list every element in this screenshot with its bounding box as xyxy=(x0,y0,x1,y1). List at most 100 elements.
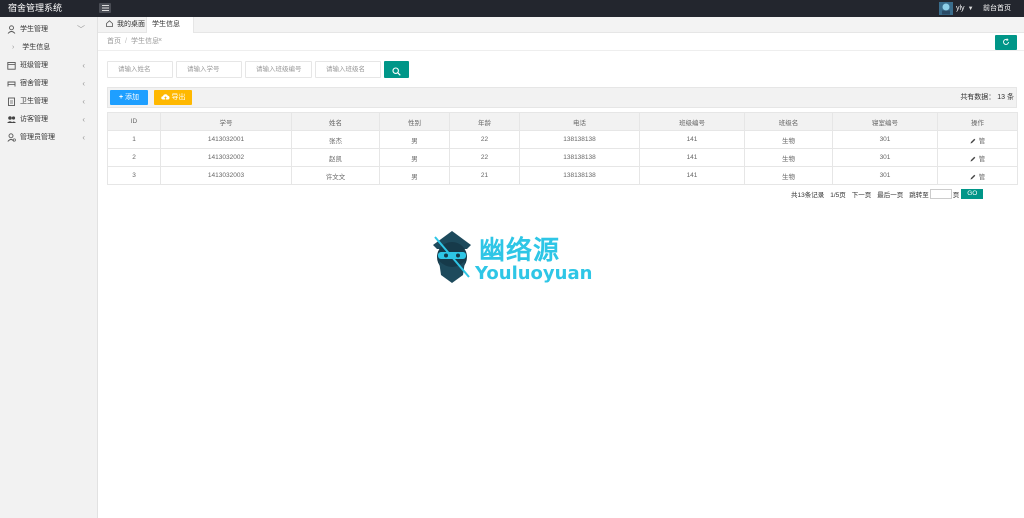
cell-actions: 管 xyxy=(937,130,1018,149)
sidebar-item-classes[interactable]: 班级管理 ‹ xyxy=(0,57,97,75)
column-header-student-no: 学号 xyxy=(160,112,292,131)
next-page-link[interactable]: 下一页 xyxy=(852,189,872,199)
top-header: 宿舍管理系统 yly ▼ 前台首页 xyxy=(0,0,1024,17)
tab-student-info[interactable]: 学生信息 × xyxy=(146,17,194,44)
breadcrumb-separator: / xyxy=(125,38,127,45)
front-page-link[interactable]: 前台首页 xyxy=(983,0,1011,17)
cell-phone: 138138138 xyxy=(519,166,640,185)
name-search-input[interactable] xyxy=(107,61,173,78)
cell-age: 21 xyxy=(449,166,520,185)
caret-down-icon: ▼ xyxy=(967,5,974,12)
sidebar-item-hygiene[interactable]: 卫生管理 ‹ xyxy=(0,93,97,111)
table-row: 1 1413032001 张杰 男 22 138138138 141 生物 30… xyxy=(107,130,1018,149)
chevron-down-icon: ﹀ xyxy=(77,25,85,34)
table-row: 3 1413032003 许文文 男 21 138138138 141 生物 3… xyxy=(107,166,1018,185)
app-logo: 宿舍管理系统 xyxy=(8,3,63,13)
cell-class-name: 生物 xyxy=(744,166,833,185)
edit-pencil-icon[interactable] xyxy=(970,174,976,180)
column-header-name: 姓名 xyxy=(291,112,380,131)
cell-gender: 男 xyxy=(379,130,450,149)
export-button[interactable]: 导出 xyxy=(154,90,192,105)
table-header-row: ID 学号 姓名 性别 年龄 电话 班级编号 班级名 寝室编号 操作 xyxy=(107,112,1018,131)
delete-button[interactable]: 管 xyxy=(979,174,986,181)
sidebar-item-visitors[interactable]: 访客管理 ‹ xyxy=(0,111,97,129)
add-button-label: 添加 xyxy=(125,94,140,101)
edit-pencil-icon[interactable] xyxy=(970,138,976,144)
sidebar-item-students[interactable]: 学生管理 ﹀ xyxy=(0,21,97,39)
cell-gender: 男 xyxy=(379,148,450,167)
sidebar-item-label: 管理员管理 xyxy=(20,134,55,141)
bed-icon xyxy=(7,81,16,87)
cell-class-name: 生物 xyxy=(744,130,833,149)
class-number-search-input[interactable] xyxy=(245,61,312,78)
refresh-button[interactable] xyxy=(995,35,1017,50)
pagination: 共13条记录 1/5页 下一页 最后一页 跳转至 页 GO xyxy=(791,187,984,201)
cell-phone: 138138138 xyxy=(519,148,640,167)
sidebar-subitem-student-info[interactable]: › 学生信息 xyxy=(0,39,97,57)
cell-name: 张杰 xyxy=(291,130,380,149)
edit-pencil-icon[interactable] xyxy=(970,156,976,162)
export-button-label: 导出 xyxy=(171,94,186,101)
breadcrumb-bar: 首页 / 学生信息 xyxy=(98,33,1024,51)
column-header-room-no: 寝室编号 xyxy=(832,112,938,131)
refresh-icon xyxy=(1003,38,1009,45)
menu-toggle-button[interactable] xyxy=(99,3,111,13)
student-id-search-input[interactable] xyxy=(176,61,242,78)
calendar-icon xyxy=(7,62,16,70)
last-page-link[interactable]: 最后一页 xyxy=(877,189,903,199)
sidebar-item-label: 宿舍管理 xyxy=(20,80,48,87)
cloud-upload-icon xyxy=(160,94,170,100)
add-button[interactable]: + 添加 xyxy=(110,90,148,105)
user-menu[interactable]: yly ▼ xyxy=(939,1,974,16)
jump-to-label: 跳转至 xyxy=(909,192,929,199)
class-name-search-input[interactable] xyxy=(315,61,381,78)
column-header-actions: 操作 xyxy=(937,112,1018,131)
column-header-phone: 电话 xyxy=(519,112,640,131)
cell-room-no: 301 xyxy=(832,148,938,167)
breadcrumb-home[interactable]: 首页 xyxy=(107,38,121,45)
watermark-logo: 幽络源 Youluoyuan xyxy=(427,227,602,287)
sidebar-item-label: 学生管理 xyxy=(20,26,48,33)
tab-desktop[interactable]: 我的桌面 xyxy=(101,17,150,33)
cell-age: 22 xyxy=(449,148,520,167)
search-button[interactable] xyxy=(384,61,409,78)
breadcrumb: 首页 / 学生信息 xyxy=(107,33,159,51)
column-header-id: ID xyxy=(107,112,161,131)
cell-class-no: 141 xyxy=(639,166,745,185)
tab-label: 我的桌面 xyxy=(116,21,145,28)
table-row: 2 1413032002 赵凯 男 22 138138138 141 生物 30… xyxy=(107,148,1018,167)
cell-class-name: 生物 xyxy=(744,148,833,167)
sidebar: 学生管理 ﹀ › 学生信息 班级管理 ‹ 宿舍管理 ‹ 卫生管理 ‹ 访客管理 … xyxy=(0,17,98,518)
sidebar-item-label: 卫生管理 xyxy=(20,98,48,105)
admin-icon xyxy=(7,133,16,142)
hamburger-icon xyxy=(101,5,109,11)
cell-class-no: 141 xyxy=(639,148,745,167)
table-toolbar: + 添加 导出 共有数据： 13 条 xyxy=(107,87,1017,108)
total-count: 共有数据： 13 条 xyxy=(960,94,1014,101)
chevron-left-icon: ‹ xyxy=(82,133,85,142)
page-indicator: 1/5页 xyxy=(830,192,846,199)
cell-student-no: 1413032002 xyxy=(160,148,292,167)
delete-button[interactable]: 管 xyxy=(979,156,986,163)
watermark-text-en: Youluoyuan xyxy=(475,263,593,284)
plus-icon: + xyxy=(118,94,124,101)
cell-phone: 138138138 xyxy=(519,130,640,149)
cell-student-no: 1413032001 xyxy=(160,130,292,149)
sidebar-item-dorms[interactable]: 宿舍管理 ‹ xyxy=(0,75,97,93)
column-header-gender: 性别 xyxy=(379,112,450,131)
cell-gender: 男 xyxy=(379,166,450,185)
delete-button[interactable]: 管 xyxy=(979,138,986,145)
cell-name: 赵凯 xyxy=(291,148,380,167)
page-jump-input[interactable] xyxy=(929,189,952,199)
chevron-left-icon: ‹ xyxy=(82,79,85,88)
student-table: ID 学号 姓名 性别 年龄 电话 班级编号 班级名 寝室编号 操作 1 141… xyxy=(107,112,1018,185)
tab-label: 学生信息 xyxy=(152,21,180,28)
clipboard-icon xyxy=(8,97,15,106)
cell-id: 1 xyxy=(107,130,161,149)
page-unit-label: 页 xyxy=(952,192,960,199)
sidebar-item-label: 班级管理 xyxy=(20,62,48,69)
cell-class-no: 141 xyxy=(639,130,745,149)
avatar xyxy=(939,2,953,15)
sidebar-item-admins[interactable]: 管理员管理 ‹ xyxy=(0,129,97,147)
go-button[interactable]: GO xyxy=(961,189,984,199)
